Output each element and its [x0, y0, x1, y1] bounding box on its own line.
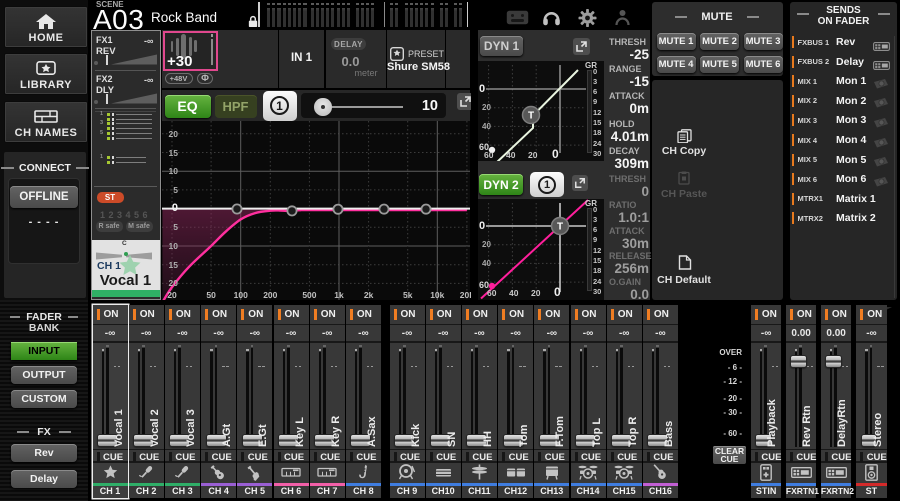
svg-text:T: T [557, 222, 563, 233]
svg-text:T: T [528, 111, 534, 122]
